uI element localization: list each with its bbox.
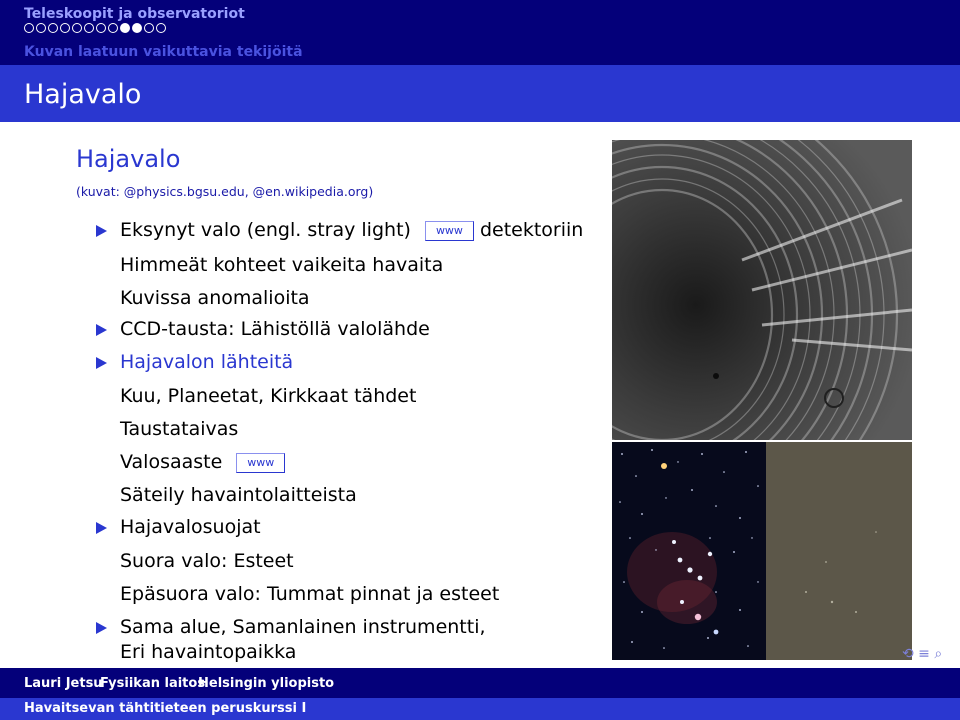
- item-text: Valosaaste: [120, 451, 223, 473]
- header-bar: Teleskoopit ja observatoriot Kuvan laatu…: [0, 0, 960, 65]
- sub-item: Suora valo: Esteet: [120, 550, 294, 572]
- progress-dot-icon[interactable]: [36, 23, 46, 33]
- bullet-marker-icon: [96, 225, 107, 237]
- progress-dot-icon[interactable]: [84, 23, 94, 33]
- footer-course-bar: Havaitsevan tähtitieteen peruskurssi I: [0, 698, 960, 720]
- orion-light-polluted-image: [766, 442, 912, 660]
- navigation-icons[interactable]: ⟲ ≡ ⌕: [902, 646, 942, 662]
- footer-university: Helsingin yliopisto: [198, 676, 335, 691]
- progress-dot-icon[interactable]: [96, 23, 106, 33]
- sub-item: Kuvissa anomalioita: [120, 287, 310, 309]
- item-text: Eksynyt valo (engl. stray light): [120, 219, 411, 241]
- block-title: Hajavalo: [76, 145, 181, 173]
- frame-title: Hajavalo: [24, 79, 142, 110]
- footer-department: Fysiikan laitos: [100, 676, 206, 691]
- slide: Teleskoopit ja observatoriot Kuvan laatu…: [0, 0, 960, 720]
- progress-dots: [24, 23, 166, 33]
- list-item-baffles: Hajavalosuojat: [120, 516, 261, 538]
- progress-dot-icon[interactable]: [60, 23, 70, 33]
- frame-title-bar: Hajavalo: [0, 65, 960, 122]
- bullet-marker-icon: [96, 357, 107, 369]
- list-item-stray-light: Eksynyt valo (engl. stray light) www detek…: [120, 219, 583, 241]
- footer-author-bar: Lauri Jetsu Fysiikan laitos Helsingin yl…: [0, 668, 960, 698]
- sub-item: Himmeät kohteet vaikeita havaita: [120, 254, 444, 276]
- sub-item: Epäsuora valo: Tummat pinnat ja esteet: [120, 583, 500, 605]
- orion-dark-site-image: [612, 442, 766, 660]
- list-item-same-area: Sama alue, Samanlainen instrumentti,: [120, 616, 486, 638]
- footer-course: Havaitsevan tähtitieteen peruskurssi I: [24, 701, 307, 716]
- progress-dot-icon[interactable]: [144, 23, 154, 33]
- image-credit: (kuvat: @physics.bgsu.edu, @en.wikipedia…: [76, 184, 374, 199]
- sub-item: Kuu, Planeetat, Kirkkaat tähdet: [120, 385, 417, 407]
- sub-item-light-pollution: Valosaaste www: [120, 451, 291, 473]
- sub-item: Taustataivas: [120, 418, 239, 440]
- bullet-marker-icon: [96, 622, 107, 634]
- www-link-button[interactable]: www: [236, 452, 286, 473]
- progress-dot-icon[interactable]: [72, 23, 82, 33]
- progress-dot-icon[interactable]: [108, 23, 118, 33]
- progress-dot-icon[interactable]: [156, 23, 166, 33]
- progress-dot-icon[interactable]: [24, 23, 34, 33]
- list-item-sources: Hajavalon lähteitä: [120, 351, 294, 373]
- bullet-marker-icon: [96, 324, 107, 336]
- bullet-marker-icon: [96, 522, 107, 534]
- progress-dot-icon[interactable]: [132, 23, 142, 33]
- progress-dot-icon[interactable]: [48, 23, 58, 33]
- item-text-after: detektoriin: [479, 219, 584, 241]
- progress-dot-icon[interactable]: [120, 23, 130, 33]
- list-item-ccd: CCD-tausta: Lähistöllä valolähde: [120, 318, 430, 340]
- ccd-stray-light-image: [612, 140, 912, 440]
- sub-item: Säteily havaintolaitteista: [120, 484, 357, 506]
- list-item-same-area-line2: Eri havaintopaikka: [120, 641, 297, 663]
- www-link-button[interactable]: www: [424, 220, 474, 241]
- section-title[interactable]: Kuvan laatuun vaikuttavia tekijöitä: [24, 44, 303, 60]
- footer-author: Lauri Jetsu: [24, 676, 103, 691]
- course-title[interactable]: Teleskoopit ja observatoriot: [24, 6, 245, 22]
